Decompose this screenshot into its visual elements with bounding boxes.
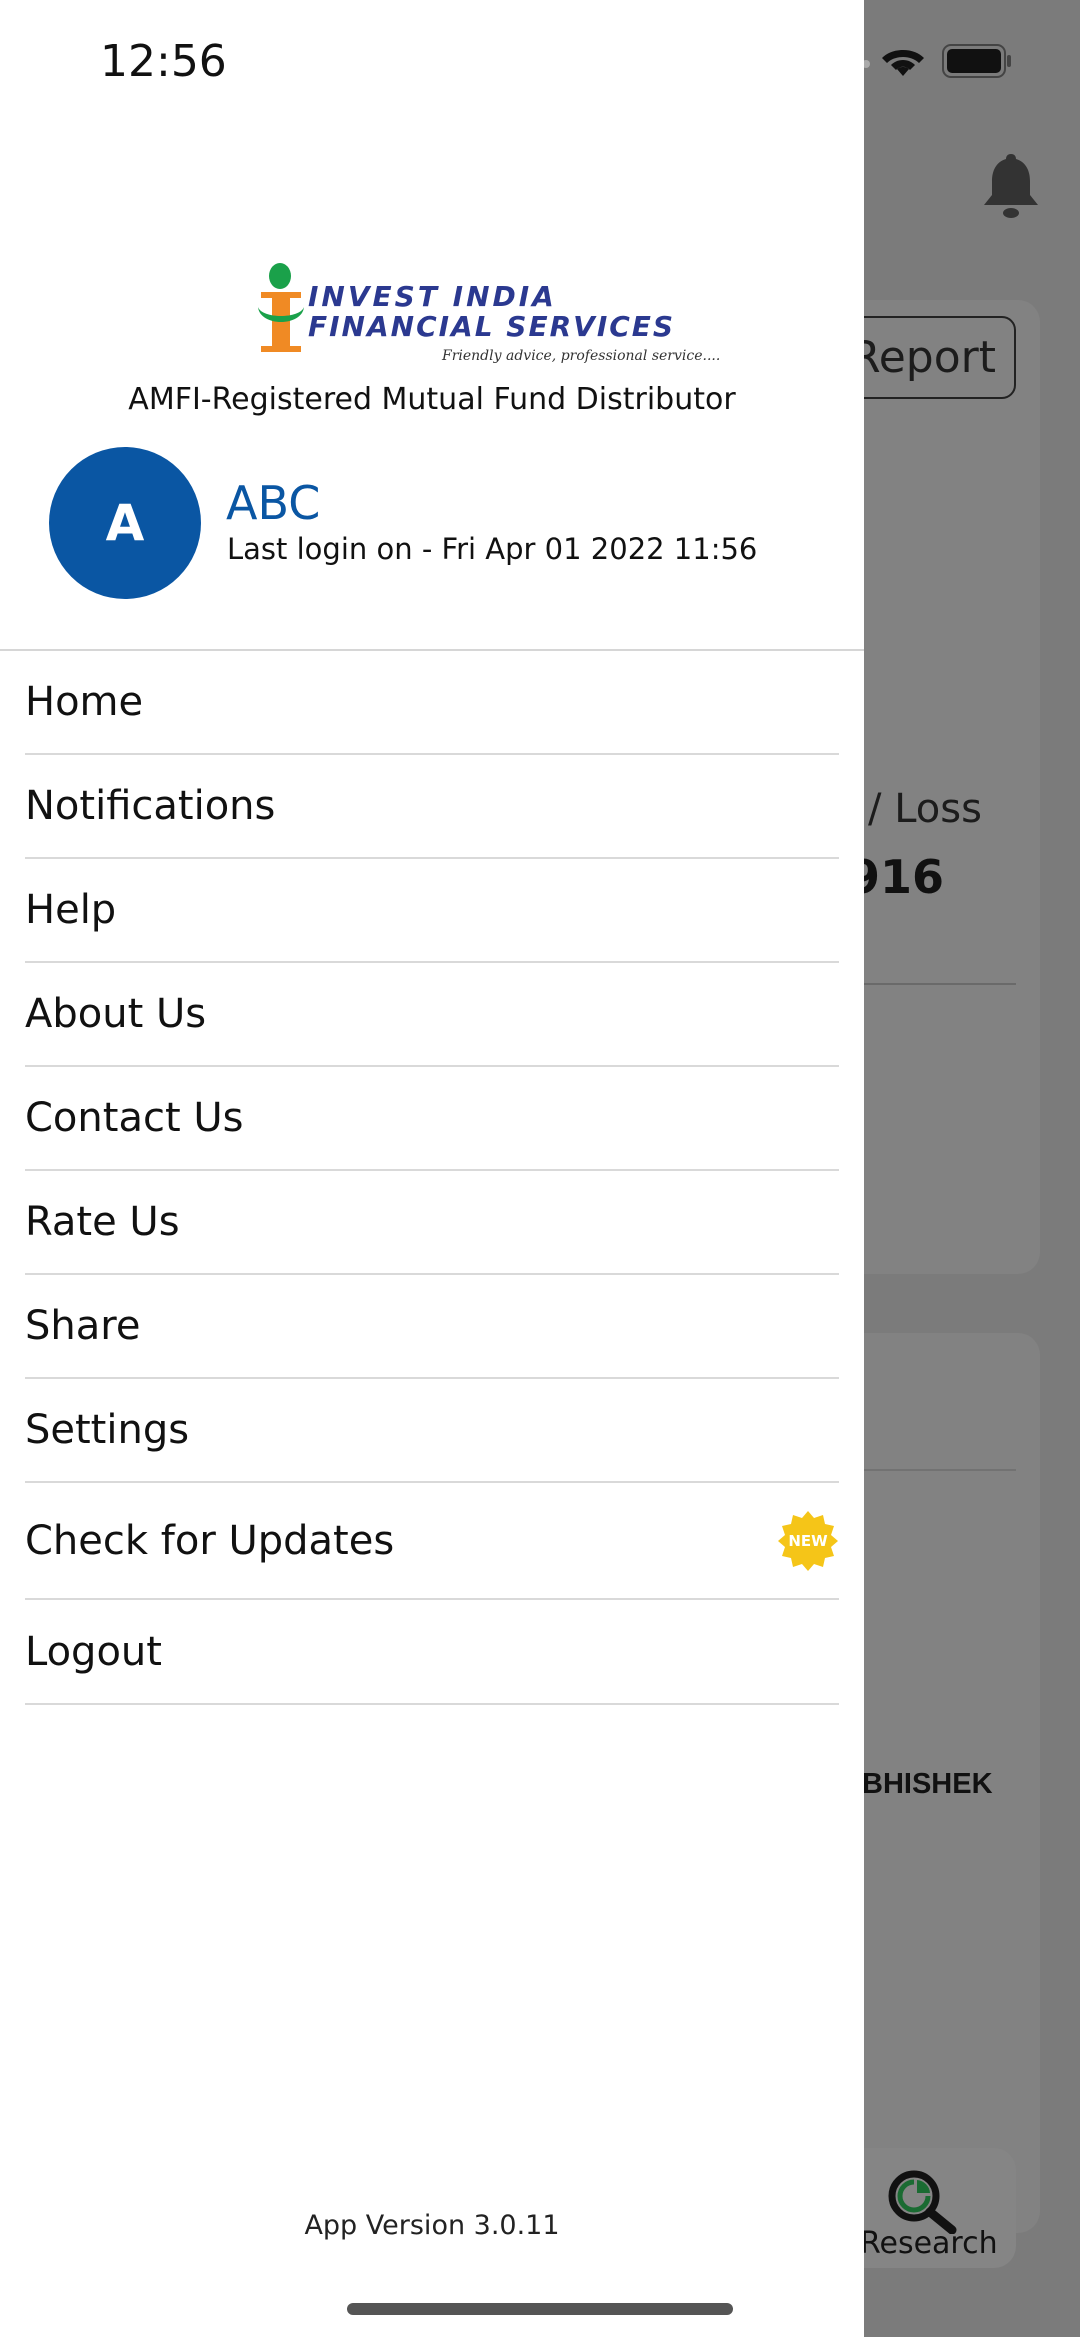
menu-label: Help bbox=[25, 887, 117, 933]
bell-icon[interactable] bbox=[980, 150, 1042, 222]
app-version: App Version 3.0.11 bbox=[304, 2210, 560, 2241]
menu-item-home[interactable]: Home bbox=[25, 651, 839, 755]
avatar[interactable]: A bbox=[49, 447, 201, 599]
menu-label: Logout bbox=[25, 1628, 162, 1675]
last-login: Last login on - Fri Apr 01 2022 11:56 bbox=[227, 532, 758, 566]
new-badge: NEW bbox=[777, 1510, 839, 1572]
profit-loss-label: / Loss bbox=[868, 786, 982, 832]
client-name: BHISHEK bbox=[862, 1768, 993, 1800]
logo-line1: INVEST INDIA bbox=[308, 280, 557, 313]
menu-label: Share bbox=[25, 1303, 141, 1349]
distributor-subtitle: AMFI-Registered Mutual Fund Distributor bbox=[128, 382, 736, 417]
menu-item-check-for-updates[interactable]: Check for Updates NEW bbox=[25, 1483, 839, 1600]
menu-item-help[interactable]: Help bbox=[25, 859, 839, 963]
user-name: ABC bbox=[226, 476, 321, 530]
divider bbox=[864, 983, 1016, 985]
menu-item-contact-us[interactable]: Contact Us bbox=[25, 1067, 839, 1171]
menu-label: Settings bbox=[25, 1407, 190, 1453]
menu-item-share[interactable]: Share bbox=[25, 1275, 839, 1379]
menu-label: Contact Us bbox=[25, 1095, 244, 1141]
status-time: 12:56 bbox=[100, 36, 227, 87]
menu-item-settings[interactable]: Settings bbox=[25, 1379, 839, 1483]
navigation-drawer: 12:56 INVEST INDIA FINANCIAL SERVICES Fr… bbox=[0, 0, 864, 2337]
menu-label: Notifications bbox=[25, 783, 276, 829]
menu-item-about-us[interactable]: About Us bbox=[25, 963, 839, 1067]
menu-item-rate-us[interactable]: Rate Us bbox=[25, 1171, 839, 1275]
home-indicator[interactable] bbox=[347, 2303, 733, 2315]
menu-item-notifications[interactable]: Notifications bbox=[25, 755, 839, 859]
badge-label: NEW bbox=[788, 1531, 828, 1550]
battery-icon bbox=[942, 44, 1011, 78]
report-label: Report bbox=[850, 332, 996, 383]
research-label: Research bbox=[860, 2226, 998, 2261]
menu-label: Home bbox=[25, 679, 144, 725]
menu-item-logout[interactable]: Logout bbox=[25, 1600, 839, 1705]
logo-line2: FINANCIAL SERVICES bbox=[308, 310, 676, 343]
logo-tagline: Friendly advice, professional service...… bbox=[442, 348, 721, 364]
menu-label: About Us bbox=[25, 991, 207, 1037]
company-logo: INVEST INDIA FINANCIAL SERVICES Friendly… bbox=[256, 262, 720, 372]
menu-label: Rate Us bbox=[25, 1199, 180, 1245]
research-icon bbox=[888, 2170, 957, 2234]
divider bbox=[864, 1469, 1016, 1471]
wifi-icon bbox=[882, 50, 924, 76]
menu-label: Check for Updates bbox=[25, 1517, 395, 1564]
